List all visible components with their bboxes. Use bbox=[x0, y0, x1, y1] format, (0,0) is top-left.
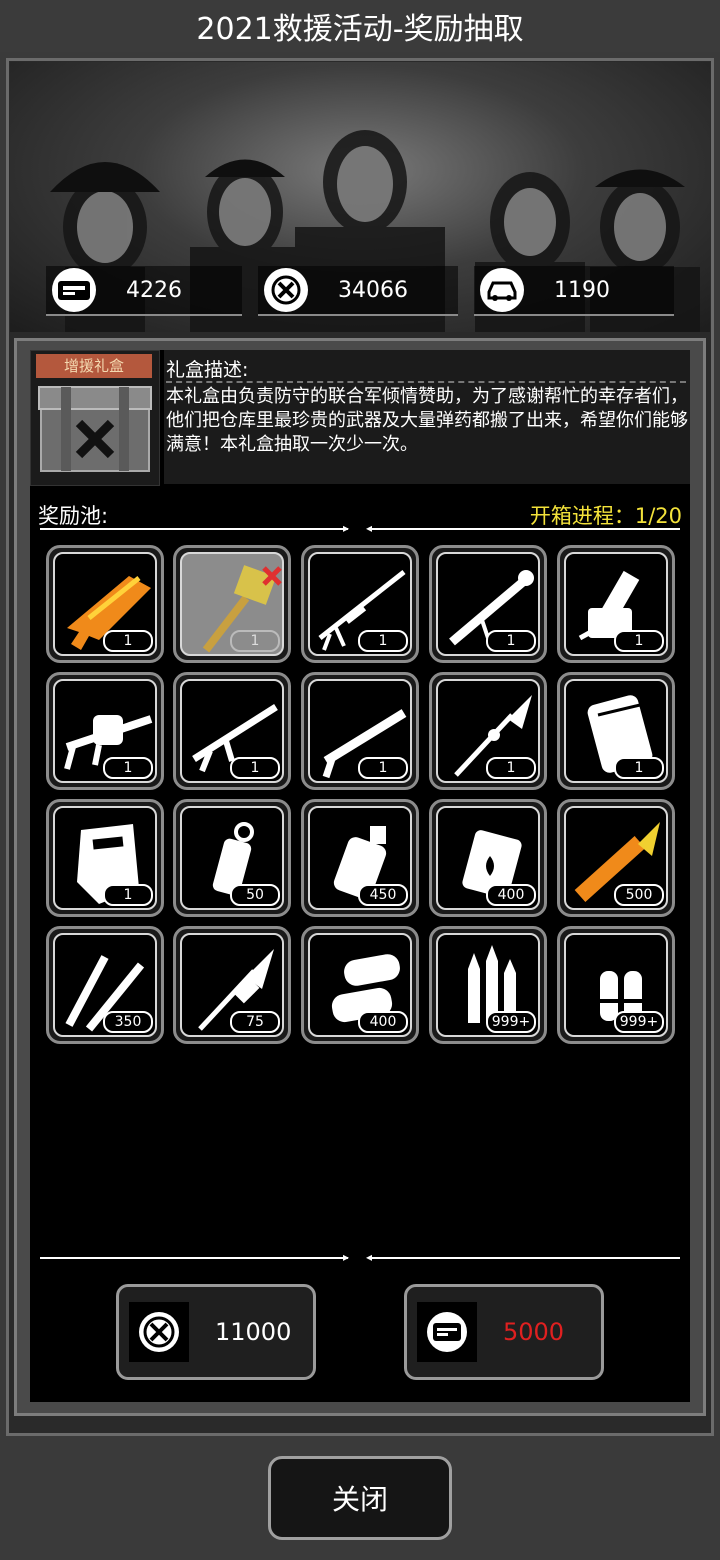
draw-with-swords-button[interactable]: 11000 bbox=[116, 1284, 316, 1380]
reward-count: 50 bbox=[230, 884, 280, 906]
reward-slot[interactable]: 1 bbox=[46, 799, 164, 917]
reward-slot[interactable]: 1 bbox=[46, 545, 164, 663]
resource-bar: 4226 34066 1190 bbox=[40, 266, 680, 318]
reward-slot[interactable]: 1 bbox=[557, 672, 675, 790]
description-divider bbox=[166, 381, 686, 383]
reward-slot[interactable]: 999+ bbox=[429, 926, 547, 1044]
reward-count: 1 bbox=[103, 884, 153, 906]
reward-count: 1 bbox=[230, 757, 280, 779]
bottom-divider-left bbox=[40, 1257, 348, 1259]
reward-slot[interactable]: 350 bbox=[46, 926, 164, 1044]
reward-slot[interactable]: 1 bbox=[557, 545, 675, 663]
reward-slot[interactable]: 75 bbox=[173, 926, 291, 1044]
reward-count: 1 bbox=[486, 630, 536, 652]
reward-count: 1 bbox=[230, 630, 280, 652]
reward-count: 1 bbox=[358, 630, 408, 652]
reward-count: 1 bbox=[486, 757, 536, 779]
reward-slot[interactable]: 1 bbox=[173, 672, 291, 790]
swords-resource: 34066 bbox=[258, 266, 458, 316]
reward-slot[interactable]: 1 bbox=[46, 672, 164, 790]
vehicle-resource: 1190 bbox=[474, 266, 674, 316]
swords-count: 34066 bbox=[338, 277, 408, 303]
reward-slot[interactable]: 1 bbox=[429, 672, 547, 790]
top-divider-left bbox=[40, 528, 348, 530]
arrow-right-icon: ▸ bbox=[343, 521, 350, 535]
ticket-icon bbox=[52, 268, 96, 312]
reward-count: 400 bbox=[358, 1011, 408, 1033]
vehicle-icon bbox=[480, 268, 524, 312]
reward-count: 1 bbox=[358, 757, 408, 779]
ticket-resource: 4226 bbox=[46, 266, 242, 316]
ticket-cost: 5000 bbox=[503, 1318, 565, 1346]
reward-count: 1 bbox=[103, 630, 153, 652]
reward-count: 500 bbox=[614, 884, 664, 906]
reward-slot[interactable]: 400 bbox=[301, 926, 419, 1044]
reward-count: 75 bbox=[230, 1011, 280, 1033]
reward-slot[interactable]: 999+ bbox=[557, 926, 675, 1044]
bottom-divider-right bbox=[372, 1257, 680, 1259]
open-progress: 开箱进程：1/20 bbox=[529, 504, 682, 528]
reward-count: 450 bbox=[358, 884, 408, 906]
swords-cost: 11000 bbox=[215, 1318, 292, 1346]
reward-slot[interactable]: 1 bbox=[173, 545, 291, 663]
reward-count: 1 bbox=[614, 757, 664, 779]
reward-count: 1 bbox=[103, 757, 153, 779]
draw-with-tickets-button[interactable]: 5000 bbox=[404, 1284, 604, 1380]
reward-count: 400 bbox=[486, 884, 536, 906]
reward-count: 999+ bbox=[486, 1011, 536, 1033]
ticket-icon bbox=[417, 1302, 477, 1362]
crossed-swords-icon bbox=[129, 1302, 189, 1362]
page-title: 2021救援活动-奖励抽取 bbox=[0, 0, 720, 52]
reward-slot[interactable]: 450 bbox=[301, 799, 419, 917]
crossed-swords-icon bbox=[264, 268, 308, 312]
gift-tag-label: 增援礼盒 bbox=[36, 354, 152, 378]
top-divider-right bbox=[372, 528, 680, 530]
close-button[interactable]: 关闭 bbox=[268, 1456, 452, 1540]
reward-count: 999+ bbox=[614, 1011, 664, 1033]
reward-count: 350 bbox=[103, 1011, 153, 1033]
gift-description-text: 本礼盒由负责防守的联合军倾情赞助，为了感谢帮忙的幸存者们，他们把仓库里最珍贵的武… bbox=[166, 386, 688, 455]
reward-slot[interactable]: 1 bbox=[429, 545, 547, 663]
arrow-right-icon: ▸ bbox=[343, 1250, 350, 1264]
reward-slot[interactable]: 50 bbox=[173, 799, 291, 917]
gift-description-title: 礼盒描述: bbox=[166, 359, 249, 381]
reward-count: 1 bbox=[614, 630, 664, 652]
reward-slot[interactable]: 400 bbox=[429, 799, 547, 917]
reward-slot[interactable]: 1 bbox=[301, 672, 419, 790]
vehicle-count: 1190 bbox=[554, 277, 610, 303]
reward-pool-label: 奖励池: bbox=[38, 504, 109, 528]
reward-slot[interactable]: 500 bbox=[557, 799, 675, 917]
ticket-count: 4226 bbox=[126, 277, 182, 303]
reward-slot[interactable]: 1 bbox=[301, 545, 419, 663]
